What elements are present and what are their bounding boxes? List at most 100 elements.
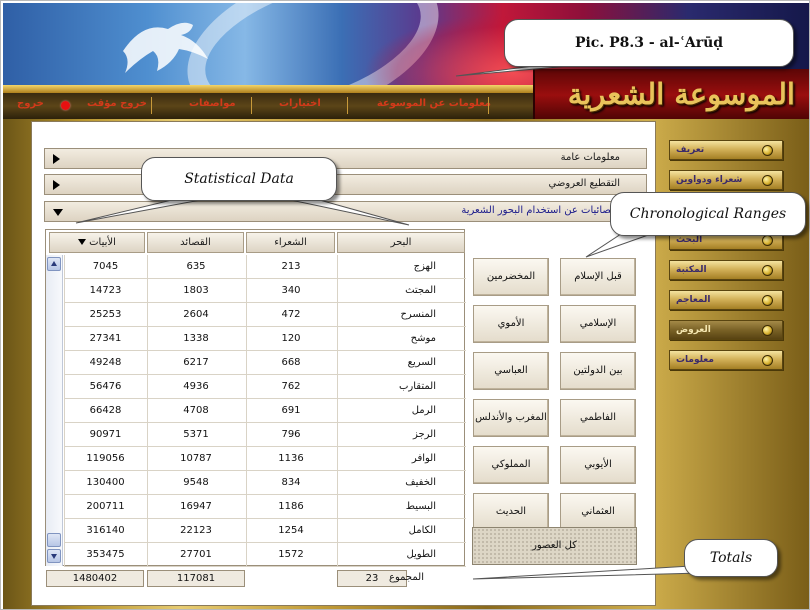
total-poems: 117081 [147,570,245,587]
era-button[interactable]: العثماني [560,493,636,531]
cell-poems: 1338 [147,327,244,351]
gold-bullet-icon [762,175,773,186]
column-header-label: البحر [390,237,412,248]
cell-meter: البسيط [337,495,466,519]
cell-meter: السريع [337,351,466,375]
column-header-label: الشعراء [274,237,307,248]
menu-item-options[interactable]: اختيارات [279,98,321,109]
column-header-verses[interactable]: الأبيات [49,232,145,253]
gold-bullet-icon [762,325,773,336]
cell-meter: الرمل [337,399,466,423]
era-button[interactable]: المخضرمين [473,258,549,296]
total-verses: 1480402 [46,570,144,587]
column-header-meter[interactable]: البحر [337,232,465,253]
column-header-label: القصائد [180,237,211,248]
table-row[interactable]: 353475 27701 1572 الطويل [64,543,466,567]
cell-meter: المتقارب [337,375,466,399]
cell-verses: 49248 [64,351,146,375]
cell-poems: 5371 [147,423,244,447]
table-row[interactable]: 49248 6217 668 السريع [64,351,466,375]
cell-poets: 213 [246,255,335,279]
era-button[interactable]: الفاطمي [560,399,636,437]
nav-button[interactable]: شعراء ودواوين [669,170,783,190]
table-row[interactable]: 316140 22123 1254 الكامل [64,519,466,543]
cell-poems: 16947 [147,495,244,519]
table-row[interactable]: 200711 16947 1186 البسيط [64,495,466,519]
era-button[interactable]: قبل الإسلام [560,258,636,296]
table-row[interactable]: 56476 4936 762 المتقارب [64,375,466,399]
cell-verses: 316140 [64,519,146,543]
cell-verses: 353475 [64,543,146,567]
section-general-info[interactable]: معلومات عامة [44,148,647,169]
logo: الموسوعة الشعرية [533,69,809,121]
cell-poets: 834 [246,471,335,495]
nav-label: تعريف [676,145,705,155]
nav-label: معلومات [676,355,714,365]
table-row[interactable]: 130400 9548 834 الخفيف [64,471,466,495]
table-row[interactable]: 25253 2604 472 المنسرح [64,303,466,327]
nav-button[interactable]: المكتبة [669,260,783,280]
cell-meter: المنسرح [337,303,466,327]
gold-bullet-icon [762,145,773,156]
era-button[interactable]: بين الدولتين [560,352,636,390]
callout-chronological-ranges: Chronological Ranges [610,192,806,236]
expand-arrow-icon [53,180,60,190]
cell-verses: 200711 [64,495,146,519]
table-header: الأبيات القصائد الشعراء البحر [46,230,466,255]
nav-button[interactable]: المعاجم [669,290,783,310]
era-button[interactable]: المملوكي [473,446,549,484]
totals-label: المجموع [389,572,424,583]
menu-bar: معلومات عن الموسوعة اختيارات مواصفات خرو… [3,93,533,119]
era-button-all[interactable]: كل العصور [472,527,637,565]
cell-verses: 66428 [64,399,146,423]
cell-meter: موشح [337,327,466,351]
section-meter-statistics[interactable]: إحصائيات عن استخدام البحور الشعرية [44,201,647,222]
menu-separator [251,97,252,114]
nav-button[interactable]: معلومات [669,350,783,370]
cell-poems: 635 [147,255,244,279]
column-header-poets[interactable]: الشعراء [246,232,335,253]
era-button[interactable]: الأموي [473,305,549,343]
cell-verses: 119056 [64,447,146,471]
table-row[interactable]: 119056 10787 1136 الوافر [64,447,466,471]
era-button[interactable]: المغرب والأندلس [473,399,549,437]
cell-poems: 4708 [147,399,244,423]
table-row[interactable]: 90971 5371 796 الرجز [64,423,466,447]
cell-poets: 1254 [246,519,335,543]
cell-poets: 1572 [246,543,335,567]
cell-poems: 2604 [147,303,244,327]
menu-item-specs[interactable]: مواصفات [189,98,236,109]
logo-text: الموسوعة الشعرية [567,77,795,111]
era-button[interactable]: الحديث [473,493,549,531]
cell-poets: 340 [246,279,335,303]
menu-item-temp-exit[interactable]: خروج مؤقت [87,98,147,109]
table-row[interactable]: 14723 1803 340 المجتث [64,279,466,303]
menu-separator [488,97,489,114]
cell-verses: 14723 [64,279,146,303]
nav-button[interactable]: العروض [669,320,783,340]
nav-label: البحث [676,235,703,245]
cell-verses: 27341 [64,327,146,351]
column-header-label: الأبيات [89,237,116,248]
nav-button[interactable]: تعريف [669,140,783,160]
table-row[interactable]: 27341 1338 120 موشح [64,327,466,351]
section-scansion[interactable]: التقطيع العروضي [44,174,647,195]
menu-item-about[interactable]: معلومات عن الموسوعة [377,98,491,109]
gold-bullet-icon [762,295,773,306]
cell-verses: 7045 [64,255,146,279]
table-row[interactable]: 66428 4708 691 الرمل [64,399,466,423]
gold-bullet-icon [762,235,773,246]
cell-poets: 796 [246,423,335,447]
era-button[interactable]: الأيوبي [560,446,636,484]
cell-meter: المجتث [337,279,466,303]
cell-meter: الرجز [337,423,466,447]
era-button[interactable]: العباسي [473,352,549,390]
cell-poets: 691 [246,399,335,423]
table-row[interactable]: 7045 635 213 الهزج [64,255,466,279]
column-header-poems[interactable]: القصائد [147,232,244,253]
era-button[interactable]: الإسلامي [560,305,636,343]
cell-poems: 6217 [147,351,244,375]
cell-meter: الهزج [337,255,466,279]
menu-item-exit[interactable]: خروج [17,98,44,109]
gold-bullet-icon [762,355,773,366]
